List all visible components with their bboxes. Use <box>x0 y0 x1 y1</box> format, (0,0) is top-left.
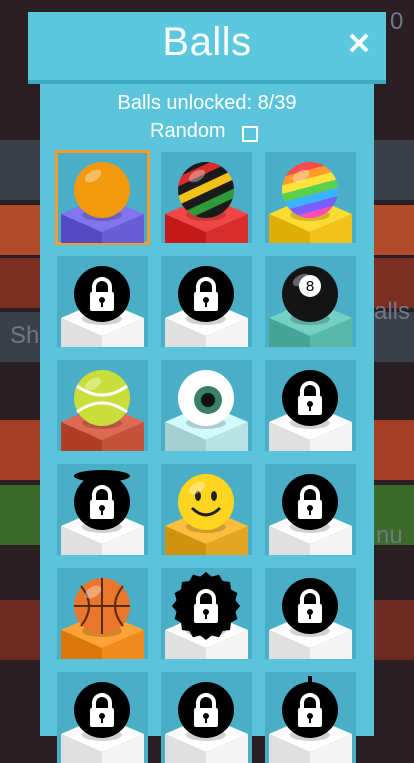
ball-cell-tennis-ball[interactable] <box>57 360 148 451</box>
random-toggle[interactable]: Random <box>150 120 258 144</box>
locked-ball-icon <box>61 682 144 763</box>
eyeball-icon <box>165 370 248 451</box>
orange-ball-icon <box>61 162 144 243</box>
ball-cell-locked-ball[interactable] <box>57 256 148 347</box>
locked-ball-icon <box>165 682 248 763</box>
rasta-ball-icon <box>165 162 248 243</box>
locked-spiky-ball-icon <box>165 572 248 659</box>
ball-cell-locked-ball[interactable] <box>265 360 356 451</box>
basketball-icon <box>61 578 144 659</box>
eight-ball-icon: 8 <box>269 266 352 347</box>
ball-cell-smiley-ball[interactable] <box>161 464 252 555</box>
locked-ball-icon <box>269 370 352 451</box>
bg-hint: Sh <box>10 322 40 349</box>
random-checkbox[interactable] <box>242 126 258 142</box>
page-title: Balls <box>162 20 252 64</box>
ball-cell-rainbow-ball[interactable] <box>265 152 356 243</box>
ball-cell-eight-ball[interactable]: 8 <box>265 256 356 347</box>
rainbow-ball-icon <box>269 162 352 243</box>
ball-cell-locked-ball[interactable] <box>161 256 252 347</box>
ball-cell-locked-ball[interactable] <box>57 672 148 763</box>
bg-hint: alls <box>374 298 411 325</box>
random-label: Random <box>150 120 226 142</box>
ball-cell-orange-ball[interactable] <box>55 150 150 245</box>
bg-hint: 0 <box>390 8 404 35</box>
ball-cell-locked-bomb-ball[interactable] <box>265 672 356 763</box>
ball-cell-locked-hat-ball[interactable] <box>57 464 148 555</box>
close-icon[interactable] <box>348 32 370 54</box>
balls-unlocked-count: Balls unlocked: 8/39 <box>117 92 297 114</box>
ball-cell-basketball[interactable] <box>57 568 148 659</box>
locked-ball-icon <box>165 266 248 347</box>
locked-hat-ball-icon <box>61 470 144 555</box>
locked-ball-icon <box>269 474 352 555</box>
locked-ball-icon <box>61 266 144 347</box>
ball-cell-locked-spiky-ball[interactable] <box>161 568 252 659</box>
smiley-ball-icon <box>165 474 248 555</box>
ball-cell-rasta-ball[interactable] <box>161 152 252 243</box>
ball-cell-locked-ball[interactable] <box>161 672 252 763</box>
ball-cell-locked-ball[interactable] <box>265 464 356 555</box>
ball-cell-eyeball[interactable] <box>161 360 252 451</box>
locked-ball-icon <box>269 578 352 659</box>
tennis-ball-icon <box>61 370 144 451</box>
locked-bomb-ball-icon <box>269 676 352 763</box>
ball-cell-locked-ball[interactable] <box>265 568 356 659</box>
bg-hint: nu <box>376 522 403 549</box>
panel-header: Balls <box>28 12 386 80</box>
